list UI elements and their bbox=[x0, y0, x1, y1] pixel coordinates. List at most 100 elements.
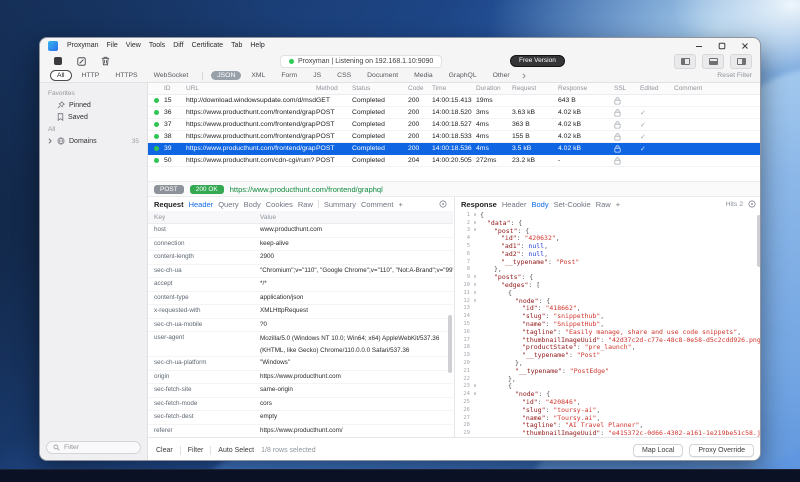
col-header-comment[interactable]: Comment bbox=[674, 85, 761, 92]
filter-chip-js[interactable]: JS bbox=[307, 71, 327, 80]
free-version-badge[interactable]: Free Version bbox=[510, 55, 565, 67]
tab-response-set-cookie[interactable]: Set-Cookie bbox=[554, 200, 591, 209]
header-row[interactable]: sec-ch-ua-platform"Windows" bbox=[148, 357, 453, 371]
fold-chevron-icon[interactable]: ∨ bbox=[470, 227, 480, 233]
tab-response-header[interactable]: Header bbox=[502, 200, 527, 209]
col-header-id[interactable]: ID bbox=[164, 85, 186, 92]
fold-chevron-icon[interactable]: ∨ bbox=[470, 290, 480, 296]
minimize-button[interactable] bbox=[694, 41, 704, 51]
sidebar-item-pinned[interactable]: Pinned bbox=[40, 99, 147, 111]
header-row[interactable]: sec-fetch-destempty bbox=[148, 411, 453, 425]
col-header-time[interactable]: Time bbox=[432, 85, 476, 92]
kv-col-key[interactable]: Key bbox=[148, 214, 260, 221]
col-header-edited[interactable]: Edited bbox=[640, 85, 674, 92]
close-button[interactable] bbox=[740, 41, 750, 51]
layout-right-panel-button[interactable] bbox=[730, 54, 752, 69]
filter-button[interactable]: Filter bbox=[188, 447, 204, 454]
tab-request-body[interactable]: Body bbox=[244, 200, 261, 209]
tab-request-query[interactable]: Query bbox=[218, 200, 238, 209]
fold-chevron-icon[interactable]: ∨ bbox=[470, 282, 480, 288]
menu-diff[interactable]: Diff bbox=[173, 42, 183, 49]
header-row[interactable]: connectionkeep-alive bbox=[148, 238, 453, 252]
header-row[interactable]: sec-ch-ua-mobile?0 bbox=[148, 319, 453, 333]
fold-chevron-icon[interactable]: ∨ bbox=[470, 383, 480, 389]
filter-chip-json[interactable]: JSON bbox=[211, 71, 241, 80]
chips-scroll-chevron-icon[interactable] bbox=[521, 73, 527, 79]
menu-proxyman[interactable]: Proxyman bbox=[67, 42, 99, 49]
flow-row-selected[interactable]: 39https://www.producthunt.com/frontend/g… bbox=[148, 143, 761, 155]
header-row[interactable]: sec-fetch-modecors bbox=[148, 398, 453, 412]
reset-filter-button[interactable]: Reset Filter bbox=[717, 72, 752, 79]
auto-select-button[interactable]: Auto Select bbox=[218, 447, 254, 454]
sidebar-item-saved[interactable]: Saved bbox=[40, 111, 147, 123]
filter-chip-http[interactable]: HTTP bbox=[76, 71, 106, 80]
col-header-url[interactable]: URL bbox=[186, 85, 316, 92]
request-options-icon[interactable] bbox=[439, 200, 447, 208]
header-row[interactable]: sec-ch-ua"Chromium";v="110", "Google Chr… bbox=[148, 265, 453, 279]
clear-session-icon[interactable] bbox=[74, 55, 89, 67]
menu-certificate[interactable]: Certificate bbox=[192, 42, 224, 49]
taskbar[interactable] bbox=[0, 469, 800, 482]
tab-request-blank[interactable]: + bbox=[398, 200, 402, 209]
filter-chip-css[interactable]: CSS bbox=[331, 71, 357, 80]
filter-chip-other[interactable]: Other bbox=[487, 71, 516, 80]
menu-view[interactable]: View bbox=[126, 42, 141, 49]
trash-icon[interactable] bbox=[98, 55, 113, 67]
menu-tab[interactable]: Tab bbox=[231, 42, 242, 49]
filter-chip-https[interactable]: HTTPS bbox=[109, 71, 143, 80]
fold-chevron-icon[interactable]: ∨ bbox=[470, 220, 480, 226]
maximize-button[interactable] bbox=[717, 41, 727, 51]
menu-help[interactable]: Help bbox=[250, 42, 264, 49]
flow-row[interactable]: 36https://www.producthunt.com/frontend/g… bbox=[148, 107, 761, 119]
tab-request-summary[interactable]: Summary bbox=[324, 200, 356, 209]
kv-col-value[interactable]: Value bbox=[260, 214, 453, 221]
header-row[interactable]: content-length2900 bbox=[148, 251, 453, 265]
flow-row[interactable]: 38https://www.producthunt.com/frontend/g… bbox=[148, 131, 761, 143]
tab-response-body[interactable]: Body bbox=[531, 200, 548, 209]
filter-chip-media[interactable]: Media bbox=[408, 71, 439, 80]
filter-chip-form[interactable]: Form bbox=[275, 71, 303, 80]
menu-tools[interactable]: Tools bbox=[149, 42, 165, 49]
stop-recording-icon[interactable] bbox=[50, 55, 65, 67]
layout-left-panel-button[interactable] bbox=[674, 54, 696, 69]
response-options-icon[interactable] bbox=[748, 200, 756, 208]
col-header-code[interactable]: Code bbox=[408, 85, 432, 92]
col-header-method[interactable]: Method bbox=[316, 85, 352, 92]
col-header-status[interactable]: Status bbox=[352, 85, 408, 92]
header-row[interactable]: x-requested-withXMLHttpRequest bbox=[148, 305, 453, 319]
proxy-override-button[interactable]: Proxy Override bbox=[689, 444, 754, 457]
col-header-ssl[interactable]: SSL bbox=[614, 85, 640, 92]
sidebar-item-domains[interactable]: Domains35 bbox=[40, 135, 147, 147]
tab-request-raw[interactable]: Raw bbox=[298, 200, 313, 209]
flow-row[interactable]: 15http://download.windowsupdate.com/d/ms… bbox=[148, 95, 761, 107]
tab-request-header[interactable]: Header bbox=[189, 200, 214, 209]
header-row[interactable]: hostwww.producthunt.com bbox=[148, 224, 453, 238]
filter-chip-all[interactable]: All bbox=[50, 70, 72, 81]
fold-chevron-icon[interactable]: ∨ bbox=[470, 212, 480, 218]
fold-chevron-icon[interactable]: ∨ bbox=[470, 391, 480, 397]
filter-chip-graphql[interactable]: GraphQL bbox=[443, 71, 483, 80]
chevron-right-icon[interactable] bbox=[47, 138, 53, 144]
col-header-duration[interactable]: Duration bbox=[476, 85, 512, 92]
fold-chevron-icon[interactable]: ∨ bbox=[470, 298, 480, 304]
fold-chevron-icon[interactable]: ∨ bbox=[470, 274, 480, 280]
layout-bottom-panel-button[interactable] bbox=[702, 54, 724, 69]
tab-request-comment[interactable]: Comment bbox=[361, 200, 394, 209]
header-row[interactable]: accept*/* bbox=[148, 278, 453, 292]
response-scrollbar[interactable] bbox=[757, 215, 761, 267]
header-row[interactable]: user-agentMozilla/5.0 (Windows NT 10.0; … bbox=[148, 332, 453, 357]
header-row[interactable]: content-typeapplication/json bbox=[148, 292, 453, 306]
flow-row[interactable]: 50https://www.producthunt.com/cdn-cgi/ru… bbox=[148, 155, 761, 167]
tab-response-raw[interactable]: Raw bbox=[596, 200, 611, 209]
col-header-request[interactable]: Request bbox=[512, 85, 558, 92]
tab-request-cookies[interactable]: Cookies bbox=[266, 200, 293, 209]
tab-response-blank[interactable]: + bbox=[616, 200, 620, 209]
flow-row[interactable]: 37https://www.producthunt.com/frontend/g… bbox=[148, 119, 761, 131]
request-scrollbar[interactable] bbox=[448, 315, 452, 373]
header-row[interactable]: refererhttps://www.producthunt.com/ bbox=[148, 425, 453, 438]
filter-chip-websocket[interactable]: WebSocket bbox=[148, 71, 195, 80]
clear-button[interactable]: Clear bbox=[156, 447, 173, 454]
panel-divider[interactable] bbox=[454, 197, 455, 437]
header-row[interactable]: sec-fetch-sitesame-origin bbox=[148, 384, 453, 398]
menu-file[interactable]: File bbox=[107, 42, 118, 49]
